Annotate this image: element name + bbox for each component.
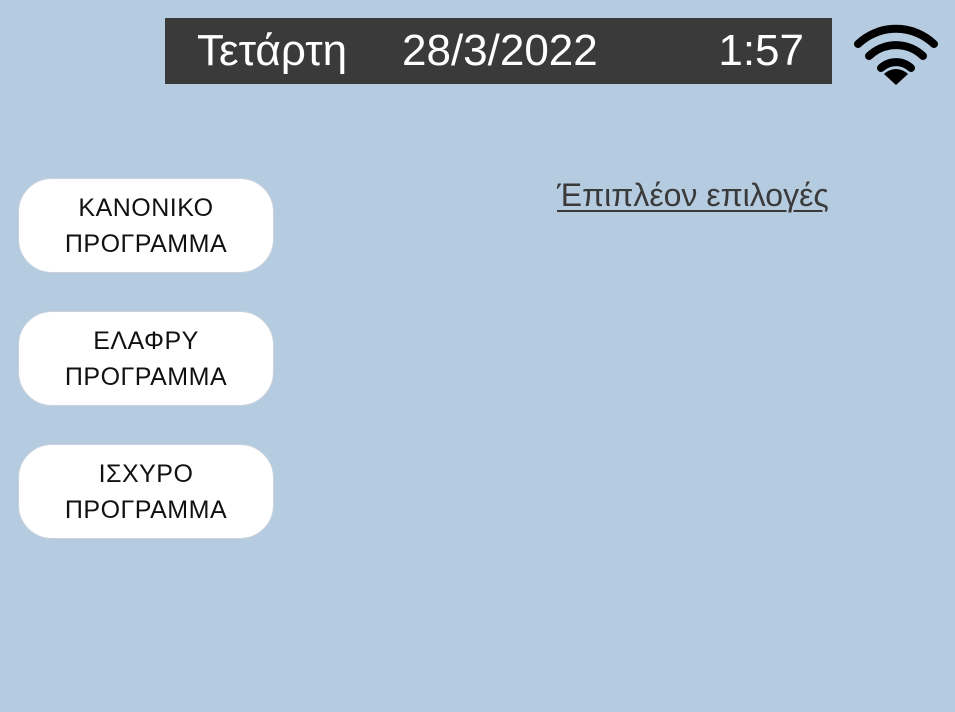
program-label-line2: ΠΡΟΓΡΑΜΜΑ [64, 495, 228, 524]
status-bar: Τετάρτη 28/3/2022 1:57 [165, 18, 832, 84]
day-label: Τετάρτη [197, 26, 348, 75]
light-program-button[interactable]: ΕΛΑΦΡΥ ΠΡΟΓΡΑΜΜΑ [18, 311, 274, 406]
wifi-icon[interactable] [854, 22, 938, 86]
more-options-link[interactable]: Έπιπλέον επιλογές [557, 177, 829, 214]
program-label-line2: ΠΡΟΓΡΑΜΜΑ [64, 229, 228, 258]
program-label-line1: ΙΣΧΥΡΟ [98, 459, 194, 488]
program-label-line1: ΕΛΑΦΡΥ [93, 326, 199, 355]
strong-program-button[interactable]: ΙΣΧΥΡΟ ΠΡΟΓΡΑΜΜΑ [18, 444, 274, 539]
time-label: 1:57 [718, 26, 804, 75]
date-label: 28/3/2022 [402, 26, 598, 75]
normal-program-button[interactable]: ΚΑΝΟΝΙΚΟ ΠΡΟΓΡΑΜΜΑ [18, 178, 274, 273]
program-label-line2: ΠΡΟΓΡΑΜΜΑ [64, 362, 228, 391]
program-label-line1: ΚΑΝΟΝΙΚΟ [78, 193, 214, 222]
